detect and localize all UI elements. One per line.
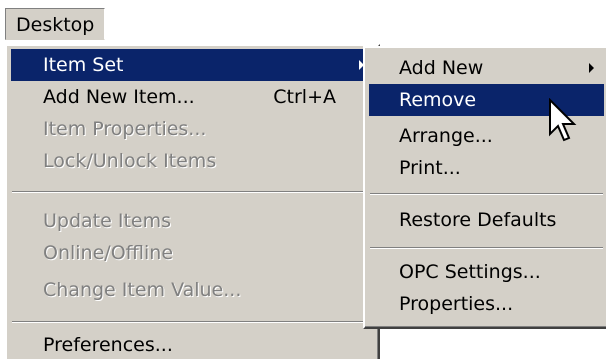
arrow-pointer-icon [549, 98, 577, 142]
menu-item-label: Arrange... [399, 125, 493, 147]
menu-item-label: Restore Defaults [399, 209, 557, 231]
submenu-item-opc-settings[interactable]: OPC Settings... [369, 256, 604, 288]
screen: Desktop Item Set Add New Item... Ctrl+A … [0, 0, 606, 359]
submenu-item-restore-defaults[interactable]: Restore Defaults [369, 204, 604, 236]
menu-item-label: Update Items [43, 210, 171, 232]
menubar: Desktop [0, 0, 606, 46]
menu-item-label: Properties... [399, 293, 514, 315]
menu-item-label: Print... [399, 157, 461, 179]
menubar-item-desktop[interactable]: Desktop [5, 8, 106, 40]
menu-item-item-properties[interactable]: Item Properties... [11, 113, 374, 145]
submenu-arrow-icon [589, 63, 594, 73]
menu-item-label: Item Set [43, 54, 124, 76]
menu-item-shortcut: Ctrl+A [273, 86, 336, 108]
menu-separator [370, 193, 603, 195]
menu-separator [12, 191, 373, 193]
menu-item-lock-unlock-items[interactable]: Lock/Unlock Items [11, 145, 374, 177]
menu-item-online-offline[interactable]: Online/Offline [11, 237, 374, 269]
menu-item-label: Preferences... [43, 334, 173, 356]
submenu-item-properties[interactable]: Properties... [369, 288, 604, 320]
menu-separator [12, 321, 373, 323]
desktop-menu: Item Set Add New Item... Ctrl+A Item Pro… [5, 44, 380, 359]
menu-item-label: Lock/Unlock Items [43, 150, 217, 172]
menu-item-preferences[interactable]: Preferences... [11, 329, 374, 359]
menu-item-label: Online/Offline [43, 242, 174, 264]
submenu-item-add-new[interactable]: Add New [369, 52, 604, 84]
menu-item-update-items[interactable]: Update Items [11, 205, 374, 237]
menu-separator [370, 247, 603, 249]
menu-item-label: OPC Settings... [399, 261, 541, 283]
menu-item-label: Add New [399, 57, 484, 79]
menu-item-label: Remove [399, 89, 477, 111]
submenu-item-print[interactable]: Print... [369, 152, 604, 184]
menu-item-item-set[interactable]: Item Set [11, 49, 374, 81]
menu-item-add-new-item[interactable]: Add New Item... Ctrl+A [11, 81, 374, 113]
menu-item-change-item-value[interactable]: Change Item Value... [11, 274, 374, 306]
menu-item-label: Item Properties... [43, 118, 207, 140]
menu-item-label: Change Item Value... [43, 279, 242, 301]
item-set-submenu: Add New Remove Arrange... Print... Resto… [363, 46, 606, 329]
menu-item-label: Add New Item... [43, 86, 195, 108]
